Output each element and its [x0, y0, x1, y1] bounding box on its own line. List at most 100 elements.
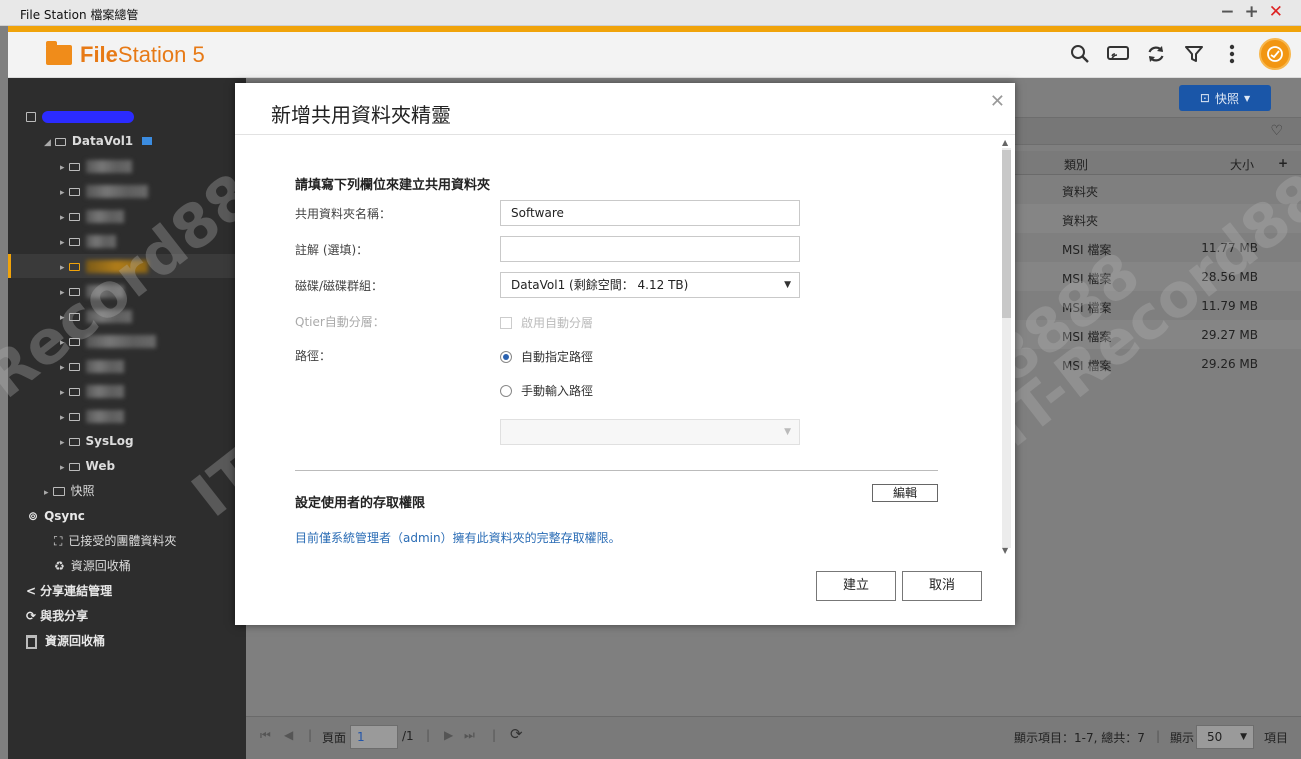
refresh-icon[interactable]	[1145, 43, 1167, 65]
column-size[interactable]: 大小	[1230, 156, 1254, 173]
first-page-icon[interactable]: ⏮	[260, 728, 271, 743]
path-label: 路徑：	[295, 349, 332, 363]
chevron-down-icon: ◢	[44, 138, 51, 148]
shared-icon: ⟳	[26, 609, 37, 623]
cast-icon[interactable]	[1107, 43, 1129, 65]
divider: |	[426, 728, 431, 742]
row-size: 28.56 MB	[1201, 270, 1258, 284]
folder-label: Web	[85, 459, 116, 473]
folder-item[interactable]: ▸	[60, 206, 124, 226]
scroll-up-icon[interactable]: ▲	[1002, 138, 1008, 147]
sidebar-label: 資源回收桶	[70, 559, 131, 573]
checkbox-box[interactable]	[500, 316, 512, 329]
snapshot-badge-icon	[141, 137, 152, 145]
search-icon[interactable]	[1069, 43, 1091, 65]
sidebar-label: Qsync	[44, 509, 85, 523]
snapshot-button-label: 快照	[1214, 91, 1239, 106]
chevron-right-icon: ▸	[60, 313, 65, 323]
row-type: 資料夾	[1062, 185, 1099, 199]
pagination-bar: ⏮ ◀ | 頁面 1 /1 | ▶ ⏭ | ⟳ 顯示項目：1-7, 總共：7 |…	[246, 716, 1301, 759]
folder-item[interactable]: ▸	[60, 156, 132, 176]
camera-icon: ⊡	[1199, 91, 1210, 105]
maximize-icon[interactable]: +	[1245, 2, 1259, 22]
folder-item[interactable]: ▸	[60, 306, 132, 326]
chevron-right-icon: ▸	[60, 413, 65, 423]
radio-label: 自動指定路徑	[521, 350, 594, 364]
path-manual-radio[interactable]: 手動輸入路徑	[500, 382, 593, 399]
edit-permissions-button[interactable]: 編輯	[872, 484, 938, 502]
sidebar-label: 已接受的團體資料夾	[68, 534, 177, 548]
folder-item[interactable]: ▸	[60, 356, 124, 376]
sidebar-item-snapshot[interactable]: ▸ 快照	[44, 481, 95, 501]
radio-label: 手動輸入路徑	[521, 384, 594, 398]
qtier-checkbox[interactable]: 啟用自動分層	[500, 314, 593, 331]
heart-icon[interactable]: ♡	[1270, 123, 1283, 139]
app-name-bold: File	[80, 42, 118, 67]
sidebar-item-qsync[interactable]: ⊚ Qsync	[28, 506, 85, 526]
path-auto-radio[interactable]: 自動指定路徑	[500, 348, 593, 365]
divider: |	[308, 728, 313, 742]
snapshot-button[interactable]: ⊡ 快照 ▼	[1179, 85, 1271, 111]
comment-input[interactable]	[500, 236, 800, 262]
sidebar-item-syslog[interactable]: ▸ SysLog	[60, 431, 134, 451]
radio-unselected[interactable]	[500, 384, 512, 397]
folder-icon	[68, 187, 80, 196]
per-page-select[interactable]: 50	[1196, 725, 1254, 749]
path-select[interactable]	[500, 419, 800, 445]
minimize-icon[interactable]: −	[1220, 2, 1234, 22]
chevron-right-icon: ▸	[60, 288, 65, 298]
folder-item-selected[interactable]: ▸	[60, 256, 148, 276]
refresh-icon[interactable]: ⟳	[510, 725, 523, 743]
sidebar-item-web[interactable]: ▸ Web	[60, 456, 115, 476]
create-button[interactable]: 建立	[816, 571, 896, 601]
app-name-light: Station 5	[117, 42, 205, 67]
last-page-icon[interactable]: ⏭	[464, 728, 475, 743]
page-input[interactable]: 1	[350, 725, 398, 749]
close-icon[interactable]: ✕	[990, 91, 1005, 112]
redacted-name	[85, 235, 116, 248]
section-title-permissions: 設定使用者的存取權限	[295, 496, 426, 511]
sidebar-item-qsync-recycle[interactable]: ♻ 資源回收桶	[54, 556, 131, 576]
sidebar-item-recycle-bin[interactable]: 資源回收桶	[26, 631, 105, 651]
row-type: 資料夾	[1062, 214, 1099, 228]
chevron-right-icon: ▸	[60, 263, 65, 273]
status-icon[interactable]	[1259, 38, 1291, 70]
more-icon[interactable]	[1221, 43, 1243, 65]
folder-name-input[interactable]: Software	[500, 200, 800, 226]
sidebar-item-shared-with-me[interactable]: ⟳ 與我分享	[26, 606, 88, 626]
volume-label: DataVol1	[71, 134, 134, 148]
next-page-icon[interactable]: ▶	[444, 728, 453, 742]
comment-label: 註解 (選填)：	[295, 243, 369, 257]
disk-label: 磁碟/磁碟群組：	[295, 279, 384, 293]
trash-icon	[26, 634, 37, 649]
sidebar-item-share-links[interactable]: < 分享連結管理	[26, 581, 112, 601]
folder-item[interactable]: ▸	[60, 231, 116, 251]
prev-page-icon[interactable]: ◀	[284, 728, 293, 742]
sidebar-label: 快照	[70, 484, 95, 498]
folder-item[interactable]: ▸	[60, 331, 156, 351]
folder-item[interactable]: ▸	[60, 381, 124, 401]
sidebar-item-datavol1[interactable]: ◢ DataVol1	[44, 131, 152, 151]
folder-item[interactable]: ▸	[60, 281, 124, 301]
add-column-icon[interactable]: +	[1278, 156, 1288, 170]
cancel-button[interactable]: 取消	[902, 571, 982, 601]
items-summary: 顯示項目：1-7, 總共：7	[1014, 731, 1145, 745]
folder-label: SysLog	[85, 434, 134, 448]
nas-root[interactable]	[26, 106, 134, 126]
folder-item[interactable]: ▸	[60, 181, 148, 201]
dialog-scrollbar[interactable]: ▲ ▼	[1000, 138, 1012, 558]
chevron-right-icon: ▸	[60, 338, 65, 348]
close-icon[interactable]: ✕	[1269, 2, 1283, 22]
folder-item[interactable]: ▸	[60, 406, 124, 426]
scroll-down-icon[interactable]: ▼	[1002, 546, 1008, 555]
qtier-label: Qtier自動分層：	[295, 315, 385, 329]
column-type[interactable]: 類別	[1064, 156, 1088, 173]
disk-select[interactable]: DataVol1 (剩餘空間： 4.12 TB)	[500, 272, 800, 298]
sidebar-item-team-folder[interactable]: ⛶ 已接受的團體資料夾	[54, 531, 176, 551]
filter-icon[interactable]	[1183, 43, 1205, 65]
chevron-right-icon: ▸	[60, 188, 65, 198]
sidebar: ◢ DataVol1 ▸ ▸ ▸ ▸ ▸ ▸ ▸ ▸ ▸ ▸ ▸ ▸ SysLog …	[8, 78, 246, 759]
scroll-thumb[interactable]	[1002, 150, 1011, 318]
redacted-name	[85, 335, 156, 348]
radio-selected[interactable]	[500, 350, 512, 363]
